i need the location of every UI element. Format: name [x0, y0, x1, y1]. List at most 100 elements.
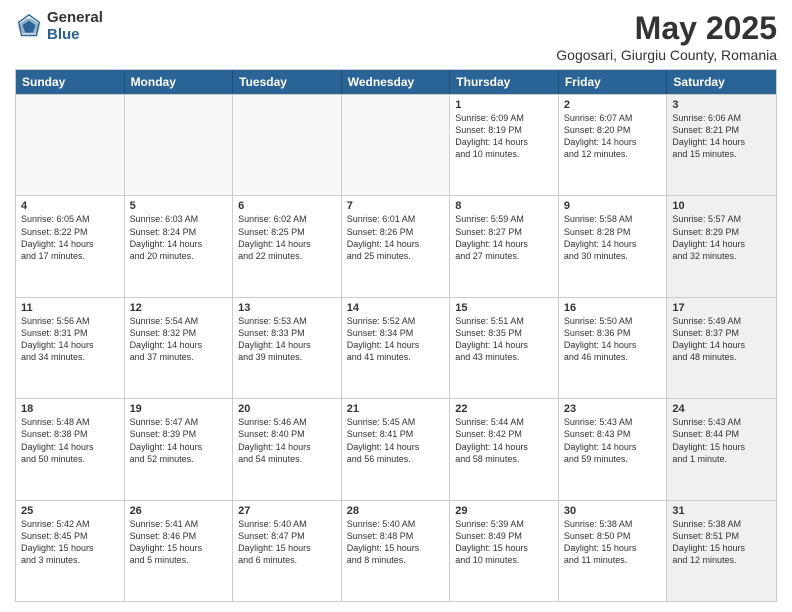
- day-number: 9: [564, 200, 662, 212]
- day-info: Sunrise: 5:39 AMSunset: 8:49 PMDaylight:…: [455, 518, 553, 567]
- day-info: Sunrise: 5:56 AMSunset: 8:31 PMDaylight:…: [21, 315, 119, 364]
- day-info: Sunrise: 6:02 AMSunset: 8:25 PMDaylight:…: [238, 213, 336, 262]
- day-number: 6: [238, 200, 336, 212]
- day-info: Sunrise: 6:05 AMSunset: 8:22 PMDaylight:…: [21, 213, 119, 262]
- day-number: 1: [455, 99, 553, 111]
- day-number: 7: [347, 200, 445, 212]
- day-info: Sunrise: 5:54 AMSunset: 8:32 PMDaylight:…: [130, 315, 228, 364]
- day-cell-29: 29Sunrise: 5:39 AMSunset: 8:49 PMDayligh…: [450, 501, 559, 601]
- day-number: 29: [455, 505, 553, 517]
- day-info: Sunrise: 6:09 AMSunset: 8:19 PMDaylight:…: [455, 112, 553, 161]
- day-cell-3: 3Sunrise: 6:06 AMSunset: 8:21 PMDaylight…: [667, 95, 776, 195]
- day-number: 12: [130, 302, 228, 314]
- day-number: 5: [130, 200, 228, 212]
- day-cell-11: 11Sunrise: 5:56 AMSunset: 8:31 PMDayligh…: [16, 298, 125, 398]
- day-info: Sunrise: 5:43 AMSunset: 8:43 PMDaylight:…: [564, 416, 662, 465]
- calendar-row-1: 1Sunrise: 6:09 AMSunset: 8:19 PMDaylight…: [16, 94, 776, 195]
- subtitle: Gogosari, Giurgiu County, Romania: [556, 47, 777, 63]
- empty-cell: [233, 95, 342, 195]
- calendar: SundayMondayTuesdayWednesdayThursdayFrid…: [15, 69, 777, 602]
- day-info: Sunrise: 5:51 AMSunset: 8:35 PMDaylight:…: [455, 315, 553, 364]
- day-info: Sunrise: 5:40 AMSunset: 8:48 PMDaylight:…: [347, 518, 445, 567]
- calendar-body: 1Sunrise: 6:09 AMSunset: 8:19 PMDaylight…: [16, 94, 776, 601]
- page: General Blue May 2025 Gogosari, Giurgiu …: [0, 0, 792, 612]
- day-info: Sunrise: 5:38 AMSunset: 8:50 PMDaylight:…: [564, 518, 662, 567]
- day-number: 22: [455, 403, 553, 415]
- day-number: 25: [21, 505, 119, 517]
- day-info: Sunrise: 5:40 AMSunset: 8:47 PMDaylight:…: [238, 518, 336, 567]
- day-cell-20: 20Sunrise: 5:46 AMSunset: 8:40 PMDayligh…: [233, 399, 342, 499]
- title-block: May 2025 Gogosari, Giurgiu County, Roman…: [556, 10, 777, 63]
- day-number: 31: [672, 505, 771, 517]
- day-cell-30: 30Sunrise: 5:38 AMSunset: 8:50 PMDayligh…: [559, 501, 668, 601]
- day-cell-31: 31Sunrise: 5:38 AMSunset: 8:51 PMDayligh…: [667, 501, 776, 601]
- day-info: Sunrise: 6:06 AMSunset: 8:21 PMDaylight:…: [672, 112, 771, 161]
- day-cell-13: 13Sunrise: 5:53 AMSunset: 8:33 PMDayligh…: [233, 298, 342, 398]
- day-info: Sunrise: 5:47 AMSunset: 8:39 PMDaylight:…: [130, 416, 228, 465]
- day-cell-25: 25Sunrise: 5:42 AMSunset: 8:45 PMDayligh…: [16, 501, 125, 601]
- day-info: Sunrise: 5:49 AMSunset: 8:37 PMDaylight:…: [672, 315, 771, 364]
- day-cell-14: 14Sunrise: 5:52 AMSunset: 8:34 PMDayligh…: [342, 298, 451, 398]
- day-info: Sunrise: 5:53 AMSunset: 8:33 PMDaylight:…: [238, 315, 336, 364]
- day-number: 13: [238, 302, 336, 314]
- calendar-header: SundayMondayTuesdayWednesdayThursdayFrid…: [16, 70, 776, 94]
- day-info: Sunrise: 5:45 AMSunset: 8:41 PMDaylight:…: [347, 416, 445, 465]
- day-cell-17: 17Sunrise: 5:49 AMSunset: 8:37 PMDayligh…: [667, 298, 776, 398]
- day-number: 15: [455, 302, 553, 314]
- empty-cell: [342, 95, 451, 195]
- day-info: Sunrise: 5:38 AMSunset: 8:51 PMDaylight:…: [672, 518, 771, 567]
- day-number: 19: [130, 403, 228, 415]
- empty-cell: [16, 95, 125, 195]
- day-number: 23: [564, 403, 662, 415]
- day-number: 4: [21, 200, 119, 212]
- day-cell-21: 21Sunrise: 5:45 AMSunset: 8:41 PMDayligh…: [342, 399, 451, 499]
- header-cell-tuesday: Tuesday: [233, 70, 342, 94]
- header: General Blue May 2025 Gogosari, Giurgiu …: [15, 10, 777, 63]
- calendar-row-2: 4Sunrise: 6:05 AMSunset: 8:22 PMDaylight…: [16, 195, 776, 296]
- day-info: Sunrise: 5:52 AMSunset: 8:34 PMDaylight:…: [347, 315, 445, 364]
- day-cell-9: 9Sunrise: 5:58 AMSunset: 8:28 PMDaylight…: [559, 196, 668, 296]
- day-cell-26: 26Sunrise: 5:41 AMSunset: 8:46 PMDayligh…: [125, 501, 234, 601]
- logo-text: General Blue: [47, 10, 103, 43]
- day-cell-23: 23Sunrise: 5:43 AMSunset: 8:43 PMDayligh…: [559, 399, 668, 499]
- day-cell-2: 2Sunrise: 6:07 AMSunset: 8:20 PMDaylight…: [559, 95, 668, 195]
- day-cell-18: 18Sunrise: 5:48 AMSunset: 8:38 PMDayligh…: [16, 399, 125, 499]
- empty-cell: [125, 95, 234, 195]
- day-number: 20: [238, 403, 336, 415]
- day-number: 30: [564, 505, 662, 517]
- calendar-row-3: 11Sunrise: 5:56 AMSunset: 8:31 PMDayligh…: [16, 297, 776, 398]
- day-info: Sunrise: 5:42 AMSunset: 8:45 PMDaylight:…: [21, 518, 119, 567]
- day-info: Sunrise: 6:01 AMSunset: 8:26 PMDaylight:…: [347, 213, 445, 262]
- day-cell-6: 6Sunrise: 6:02 AMSunset: 8:25 PMDaylight…: [233, 196, 342, 296]
- day-number: 8: [455, 200, 553, 212]
- day-number: 10: [672, 200, 771, 212]
- logo-icon: [15, 13, 43, 41]
- logo-blue-text: Blue: [47, 27, 103, 44]
- day-number: 16: [564, 302, 662, 314]
- day-cell-5: 5Sunrise: 6:03 AMSunset: 8:24 PMDaylight…: [125, 196, 234, 296]
- day-cell-1: 1Sunrise: 6:09 AMSunset: 8:19 PMDaylight…: [450, 95, 559, 195]
- day-info: Sunrise: 5:57 AMSunset: 8:29 PMDaylight:…: [672, 213, 771, 262]
- month-title: May 2025: [556, 10, 777, 47]
- day-cell-15: 15Sunrise: 5:51 AMSunset: 8:35 PMDayligh…: [450, 298, 559, 398]
- day-number: 3: [672, 99, 771, 111]
- day-cell-16: 16Sunrise: 5:50 AMSunset: 8:36 PMDayligh…: [559, 298, 668, 398]
- day-number: 14: [347, 302, 445, 314]
- day-cell-8: 8Sunrise: 5:59 AMSunset: 8:27 PMDaylight…: [450, 196, 559, 296]
- day-info: Sunrise: 6:07 AMSunset: 8:20 PMDaylight:…: [564, 112, 662, 161]
- day-info: Sunrise: 5:46 AMSunset: 8:40 PMDaylight:…: [238, 416, 336, 465]
- header-cell-wednesday: Wednesday: [342, 70, 451, 94]
- day-cell-4: 4Sunrise: 6:05 AMSunset: 8:22 PMDaylight…: [16, 196, 125, 296]
- day-number: 26: [130, 505, 228, 517]
- day-info: Sunrise: 5:48 AMSunset: 8:38 PMDaylight:…: [21, 416, 119, 465]
- day-number: 2: [564, 99, 662, 111]
- day-info: Sunrise: 5:59 AMSunset: 8:27 PMDaylight:…: [455, 213, 553, 262]
- day-number: 21: [347, 403, 445, 415]
- day-info: Sunrise: 5:41 AMSunset: 8:46 PMDaylight:…: [130, 518, 228, 567]
- calendar-row-4: 18Sunrise: 5:48 AMSunset: 8:38 PMDayligh…: [16, 398, 776, 499]
- day-info: Sunrise: 5:43 AMSunset: 8:44 PMDaylight:…: [672, 416, 771, 465]
- header-cell-monday: Monday: [125, 70, 234, 94]
- day-info: Sunrise: 5:58 AMSunset: 8:28 PMDaylight:…: [564, 213, 662, 262]
- header-cell-thursday: Thursday: [450, 70, 559, 94]
- day-cell-28: 28Sunrise: 5:40 AMSunset: 8:48 PMDayligh…: [342, 501, 451, 601]
